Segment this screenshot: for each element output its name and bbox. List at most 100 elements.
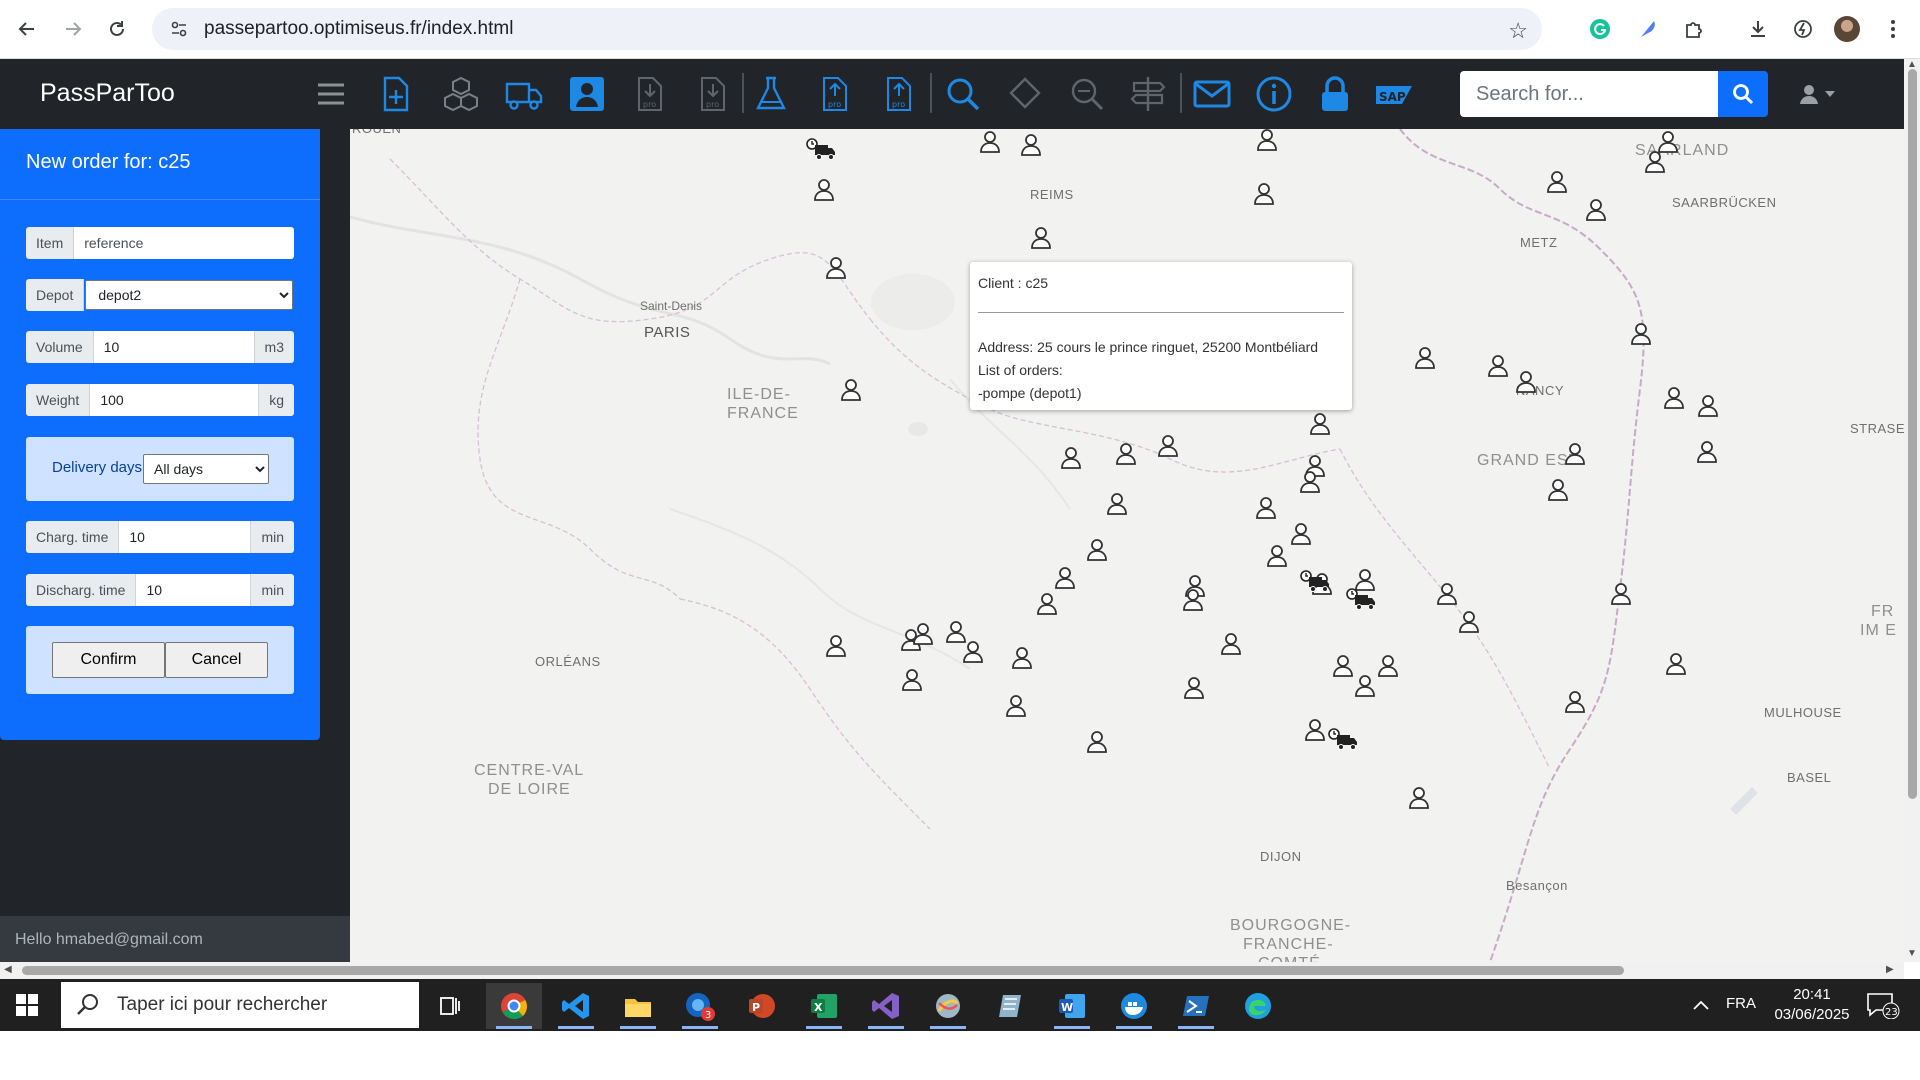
client-marker-icon[interactable] xyxy=(1545,169,1569,195)
scroll-down-arrow-icon[interactable]: ▼ xyxy=(1907,948,1917,959)
back-arrow-icon[interactable] xyxy=(10,12,44,46)
taskbar-file-explorer-icon[interactable] xyxy=(610,983,666,1029)
signpost-icon[interactable] xyxy=(1125,71,1171,117)
client-marker-icon[interactable] xyxy=(1085,729,1109,755)
client-marker-icon[interactable] xyxy=(1308,411,1332,437)
client-marker-icon[interactable] xyxy=(1035,591,1059,617)
client-marker-icon[interactable] xyxy=(1004,693,1028,719)
import-pro-alt-icon[interactable]: pro xyxy=(690,71,736,117)
client-marker-icon[interactable] xyxy=(1629,321,1653,347)
taskbar-docker-icon[interactable] xyxy=(1106,983,1162,1029)
hamburger-menu-icon[interactable] xyxy=(308,71,354,117)
taskbar-search-box[interactable]: Taper ici pour rechercher xyxy=(61,982,419,1028)
depot-select[interactable]: depot2 xyxy=(85,280,293,310)
confirm-button[interactable]: Confirm xyxy=(52,642,165,678)
truck-marker-icon[interactable] xyxy=(1346,587,1376,611)
client-marker-icon[interactable] xyxy=(1376,653,1400,679)
sap-logo-icon[interactable]: SAP xyxy=(1371,71,1417,117)
taskbar-powershell-icon[interactable] xyxy=(1168,983,1224,1029)
performance-icon[interactable] xyxy=(1788,14,1818,44)
client-marker-icon[interactable] xyxy=(1303,717,1327,743)
client-marker-icon[interactable] xyxy=(1219,631,1243,657)
client-marker-icon[interactable] xyxy=(1413,345,1437,371)
taskbar-word-icon[interactable]: W xyxy=(1044,983,1100,1029)
vertical-scroll-thumb[interactable] xyxy=(1908,69,1917,799)
search-button[interactable] xyxy=(1718,71,1768,117)
taskbar-visual-studio-icon[interactable] xyxy=(858,983,914,1029)
site-settings-icon[interactable] xyxy=(168,18,190,40)
client-marker-icon[interactable] xyxy=(1019,132,1043,158)
task-view-icon[interactable] xyxy=(422,983,478,1029)
horizontal-scrollbar[interactable]: ◀ ▶ xyxy=(0,962,1904,979)
client-marker-icon[interactable] xyxy=(1353,673,1377,699)
discharg-time-input[interactable] xyxy=(136,574,251,606)
tray-language[interactable]: FRA xyxy=(1726,995,1756,1012)
client-marker-icon[interactable] xyxy=(1664,651,1688,677)
client-marker-icon[interactable] xyxy=(1331,653,1355,679)
search-input[interactable] xyxy=(1460,71,1718,117)
truck-icon[interactable] xyxy=(501,71,547,117)
client-marker-icon[interactable] xyxy=(1156,433,1180,459)
truck-marker-icon[interactable] xyxy=(806,137,836,161)
client-marker-icon[interactable] xyxy=(1662,385,1686,411)
windows-start-icon[interactable] xyxy=(16,994,38,1016)
client-marker-icon[interactable] xyxy=(1696,393,1720,419)
taskbar-outlook-icon[interactable]: 3 xyxy=(672,983,728,1029)
app-brand[interactable]: PassParToo xyxy=(40,79,175,108)
client-marker-icon[interactable] xyxy=(1298,469,1322,495)
client-marker-icon[interactable] xyxy=(1255,129,1279,153)
client-marker-icon[interactable] xyxy=(900,667,924,693)
client-marker-icon[interactable] xyxy=(1114,441,1138,467)
map-view[interactable]: ROUEN REIMS SAARLAND SAARBRÜCKEN METZ Sa… xyxy=(350,129,1904,962)
search-magnifier-icon[interactable] xyxy=(940,71,986,117)
tray-clock[interactable]: 20:41 03/06/2025 xyxy=(1770,985,1854,1025)
client-marker-icon[interactable] xyxy=(1643,149,1667,175)
taskbar-app-book-icon[interactable] xyxy=(982,983,1038,1029)
new-document-icon[interactable] xyxy=(372,71,418,117)
client-marker-icon[interactable] xyxy=(961,639,985,665)
tray-chevron-up-icon[interactable] xyxy=(1692,999,1710,1011)
taskbar-powerpoint-icon[interactable]: P xyxy=(734,983,790,1029)
bookmark-star-icon[interactable]: ☆ xyxy=(1508,18,1528,44)
client-marker-icon[interactable] xyxy=(1059,445,1083,471)
client-marker-icon[interactable] xyxy=(1254,495,1278,521)
client-marker-icon[interactable] xyxy=(1435,581,1459,607)
export-pro-alt-icon[interactable]: pro xyxy=(876,71,922,117)
import-pro-icon[interactable]: pro xyxy=(627,71,673,117)
client-marker-icon[interactable] xyxy=(1053,565,1077,591)
info-icon[interactable] xyxy=(1251,71,1297,117)
client-marker-icon[interactable] xyxy=(1609,581,1633,607)
flask-icon[interactable] xyxy=(748,71,794,117)
taskbar-chrome-icon[interactable] xyxy=(486,983,542,1029)
profile-avatar[interactable] xyxy=(1834,16,1860,42)
client-marker-icon[interactable] xyxy=(1514,369,1538,395)
url-text[interactable]: passepartoo.optimiseus.fr/index.html xyxy=(204,18,513,40)
taskbar-vscode-icon[interactable] xyxy=(548,983,604,1029)
client-marker-icon[interactable] xyxy=(824,633,848,659)
client-marker-icon[interactable] xyxy=(1010,645,1034,671)
extension-feather-icon[interactable] xyxy=(1633,14,1663,44)
client-marker-icon[interactable] xyxy=(1252,181,1276,207)
client-marker-icon[interactable] xyxy=(1563,689,1587,715)
forward-arrow-icon[interactable] xyxy=(56,12,90,46)
client-profile-icon[interactable] xyxy=(564,71,610,117)
weight-input[interactable] xyxy=(90,384,259,416)
client-marker-icon[interactable] xyxy=(824,255,848,281)
truck-marker-icon[interactable] xyxy=(1300,569,1330,593)
charg-time-input[interactable] xyxy=(119,521,251,553)
client-marker-icon[interactable] xyxy=(911,621,935,647)
client-marker-icon[interactable] xyxy=(812,177,836,203)
vertical-scrollbar[interactable]: ▲ ▼ xyxy=(1904,59,1920,962)
horizontal-scroll-thumb[interactable] xyxy=(22,966,1624,975)
client-marker-icon[interactable] xyxy=(1407,785,1431,811)
taskbar-app-swirl-icon[interactable] xyxy=(920,983,976,1029)
taskbar-edge-icon[interactable] xyxy=(1230,983,1286,1029)
address-bar[interactable]: passepartoo.optimiseus.fr/index.html ☆ xyxy=(152,8,1542,50)
browser-menu-icon[interactable] xyxy=(1878,14,1908,44)
client-marker-icon[interactable] xyxy=(1181,587,1205,613)
user-menu-dropdown[interactable] xyxy=(1798,81,1842,107)
client-marker-icon[interactable] xyxy=(1486,353,1510,379)
client-marker-icon[interactable] xyxy=(978,129,1002,155)
grammarly-icon[interactable] xyxy=(1585,14,1615,44)
notification-center-icon[interactable]: 23 xyxy=(1866,991,1900,1020)
